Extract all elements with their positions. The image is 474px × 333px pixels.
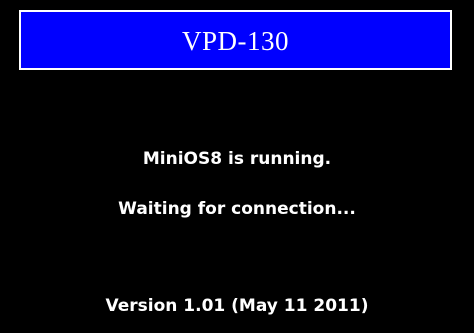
status-waiting-text: Waiting for connection... (118, 199, 356, 219)
status-running-text: MiniOS8 is running. (142, 149, 332, 169)
version-text: Version 1.01 (May 11 2011) (105, 296, 369, 316)
title-bar: VPD-130 (19, 10, 452, 70)
device-screen: VPD-130 MiniOS8 is running. Waiting for … (0, 0, 474, 333)
device-title: VPD-130 (181, 25, 289, 56)
